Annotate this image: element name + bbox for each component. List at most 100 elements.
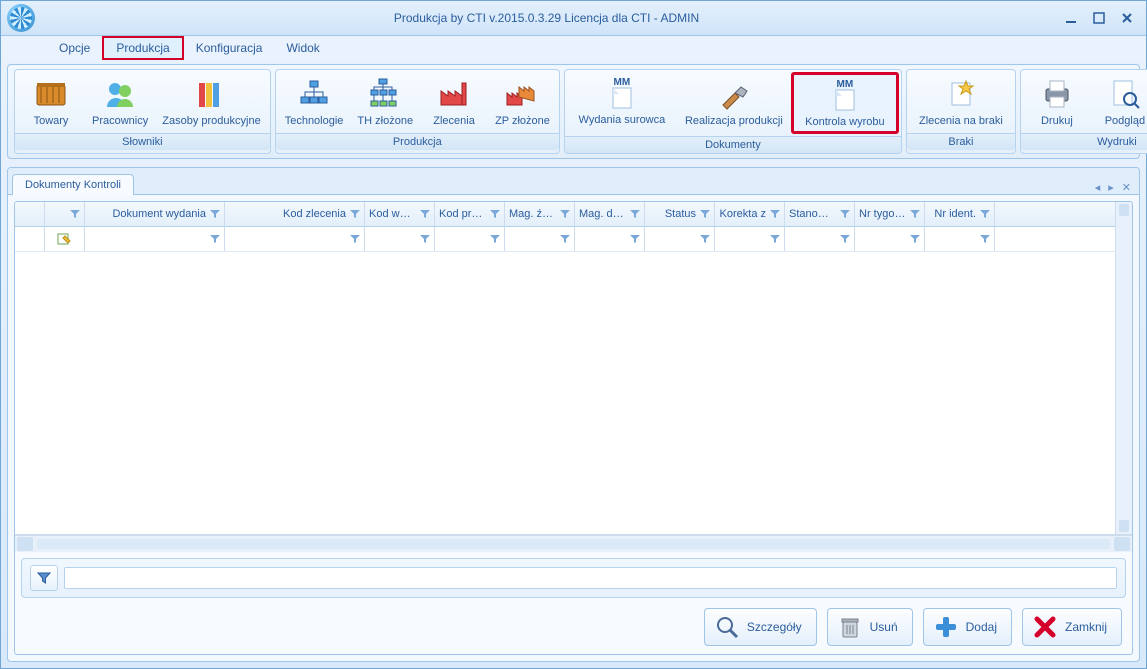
- filter-icon[interactable]: [560, 234, 570, 244]
- trash-icon: [838, 615, 862, 639]
- column-header[interactable]: Mag. doc…: [575, 202, 645, 226]
- column-header[interactable]: Kod wyro…: [365, 202, 435, 226]
- column-label: Kod wyro…: [369, 208, 416, 220]
- filter-icon[interactable]: [840, 209, 850, 219]
- factory-icon: [437, 77, 471, 111]
- filter-icon[interactable]: [490, 209, 500, 219]
- filter-icon[interactable]: [910, 234, 920, 244]
- filter-cell[interactable]: [435, 227, 505, 251]
- filter-cell[interactable]: [85, 227, 225, 251]
- column-label: Dokument wydania: [89, 208, 206, 220]
- filter-icon[interactable]: [630, 234, 640, 244]
- ribbon-technologie[interactable]: Technologie: [278, 72, 351, 131]
- ribbon-pracownicy[interactable]: Pracownicy: [85, 72, 155, 131]
- filter-icon[interactable]: [630, 209, 640, 219]
- close-panel-button[interactable]: Zamknij: [1022, 608, 1122, 646]
- column-header[interactable]: [45, 202, 85, 226]
- ribbon-wydania-surowca[interactable]: MM Wydania surowca: [567, 72, 677, 134]
- data-grid[interactable]: Dokument wydania Kod zlecenia Kod wyro… Kod…: [15, 202, 1115, 534]
- factory-multi-icon: [505, 77, 539, 111]
- ribbon-th-zlozone[interactable]: TH złożone: [350, 72, 420, 131]
- filter-input[interactable]: [64, 567, 1117, 589]
- column-label: Status: [649, 208, 696, 220]
- magnifier-icon: [715, 615, 739, 639]
- filter-cell[interactable]: [225, 227, 365, 251]
- ribbon-towary[interactable]: Towary: [17, 72, 85, 131]
- ribbon-podglad[interactable]: Podgląd: [1091, 72, 1147, 131]
- tab-close-icon[interactable]: ✕: [1122, 181, 1131, 194]
- filter-cell[interactable]: [645, 227, 715, 251]
- ribbon-realizacja-produkcji[interactable]: Realizacja produkcji: [677, 72, 791, 134]
- filter-cell[interactable]: [575, 227, 645, 251]
- ribbon-zlecenia[interactable]: Zlecenia: [420, 72, 488, 131]
- scroll-track[interactable]: [37, 539, 1110, 549]
- filter-icon[interactable]: [210, 234, 220, 244]
- column-header[interactable]: Nr tygod…: [855, 202, 925, 226]
- menu-konfiguracja[interactable]: Konfiguracja: [184, 36, 275, 60]
- tab-next-icon[interactable]: ▸: [1108, 181, 1114, 194]
- scroll-left-icon[interactable]: [17, 537, 33, 551]
- filter-cell[interactable]: [785, 227, 855, 251]
- filter-icon[interactable]: [420, 209, 430, 219]
- column-header[interactable]: Kod prac…: [435, 202, 505, 226]
- ribbon-zasoby[interactable]: Zasoby produkcyjne: [155, 72, 267, 131]
- column-label: Mag. doc…: [579, 208, 626, 220]
- filter-cell[interactable]: [855, 227, 925, 251]
- horizontal-scrollbar[interactable]: [15, 535, 1132, 552]
- column-header[interactable]: Korekta z: [715, 202, 785, 226]
- grid-header: Dokument wydania Kod zlecenia Kod wyro… Kod…: [15, 202, 1115, 227]
- tab-prev-icon[interactable]: ◂: [1095, 181, 1101, 194]
- ribbon-zp-zlozone[interactable]: ZP złożone: [488, 72, 557, 131]
- filter-icon[interactable]: [350, 209, 360, 219]
- column-header[interactable]: [15, 202, 45, 226]
- column-header[interactable]: Status: [645, 202, 715, 226]
- filter-icon[interactable]: [700, 209, 710, 219]
- details-button[interactable]: Szczegóły: [704, 608, 817, 646]
- maximize-button[interactable]: [1090, 11, 1108, 25]
- filter-icon[interactable]: [490, 234, 500, 244]
- ribbon-drukuj[interactable]: Drukuj: [1023, 72, 1091, 131]
- column-header[interactable]: Mag. źró…: [505, 202, 575, 226]
- filter-icon[interactable]: [980, 209, 990, 219]
- filter-icon[interactable]: [770, 209, 780, 219]
- close-icon: [1033, 615, 1057, 639]
- menu-widok[interactable]: Widok: [274, 36, 331, 60]
- menu-produkcja[interactable]: Produkcja: [102, 36, 183, 60]
- minimize-button[interactable]: [1062, 11, 1080, 25]
- filter-cell[interactable]: [925, 227, 995, 251]
- grid-filter-row: [15, 227, 1115, 252]
- filter-bar: [21, 558, 1126, 598]
- filter-icon[interactable]: [700, 234, 710, 244]
- tab-dokumenty-kontroli[interactable]: Dokumenty Kontroli: [12, 174, 134, 195]
- scroll-right-icon[interactable]: [1114, 537, 1130, 551]
- edit-row-icon[interactable]: [57, 232, 73, 246]
- filter-icon[interactable]: [70, 209, 80, 219]
- filter-cell[interactable]: [365, 227, 435, 251]
- filter-icon[interactable]: [910, 209, 920, 219]
- filter-icon[interactable]: [980, 234, 990, 244]
- filter-icon[interactable]: [210, 209, 220, 219]
- filter-button[interactable]: [30, 565, 58, 591]
- column-header[interactable]: Dokument wydania: [85, 202, 225, 226]
- close-button[interactable]: [1118, 11, 1136, 25]
- filter-icon[interactable]: [350, 234, 360, 244]
- vertical-scrollbar[interactable]: [1115, 202, 1132, 534]
- filter-icon[interactable]: [420, 234, 430, 244]
- delete-button[interactable]: Usuń: [827, 608, 913, 646]
- column-header[interactable]: Kod zlecenia: [225, 202, 365, 226]
- filter-icon[interactable]: [840, 234, 850, 244]
- filter-cell[interactable]: [15, 227, 45, 251]
- column-header[interactable]: Stanowis…: [785, 202, 855, 226]
- add-button[interactable]: Dodaj: [923, 608, 1012, 646]
- filter-icon[interactable]: [770, 234, 780, 244]
- menu-opcje[interactable]: Opcje: [47, 36, 102, 60]
- button-bar: Szczegóły Usuń Dodaj: [15, 602, 1132, 654]
- filter-cell[interactable]: [715, 227, 785, 251]
- column-header[interactable]: Nr ident.: [925, 202, 995, 226]
- filter-cell[interactable]: [45, 227, 85, 251]
- column-label: Korekta z: [719, 208, 766, 220]
- ribbon-zlecenia-na-braki[interactable]: Zlecenia na braki: [909, 72, 1013, 131]
- filter-icon[interactable]: [560, 209, 570, 219]
- filter-cell[interactable]: [505, 227, 575, 251]
- ribbon-kontrola-wyrobu[interactable]: MM Kontrola wyrobu: [791, 72, 899, 134]
